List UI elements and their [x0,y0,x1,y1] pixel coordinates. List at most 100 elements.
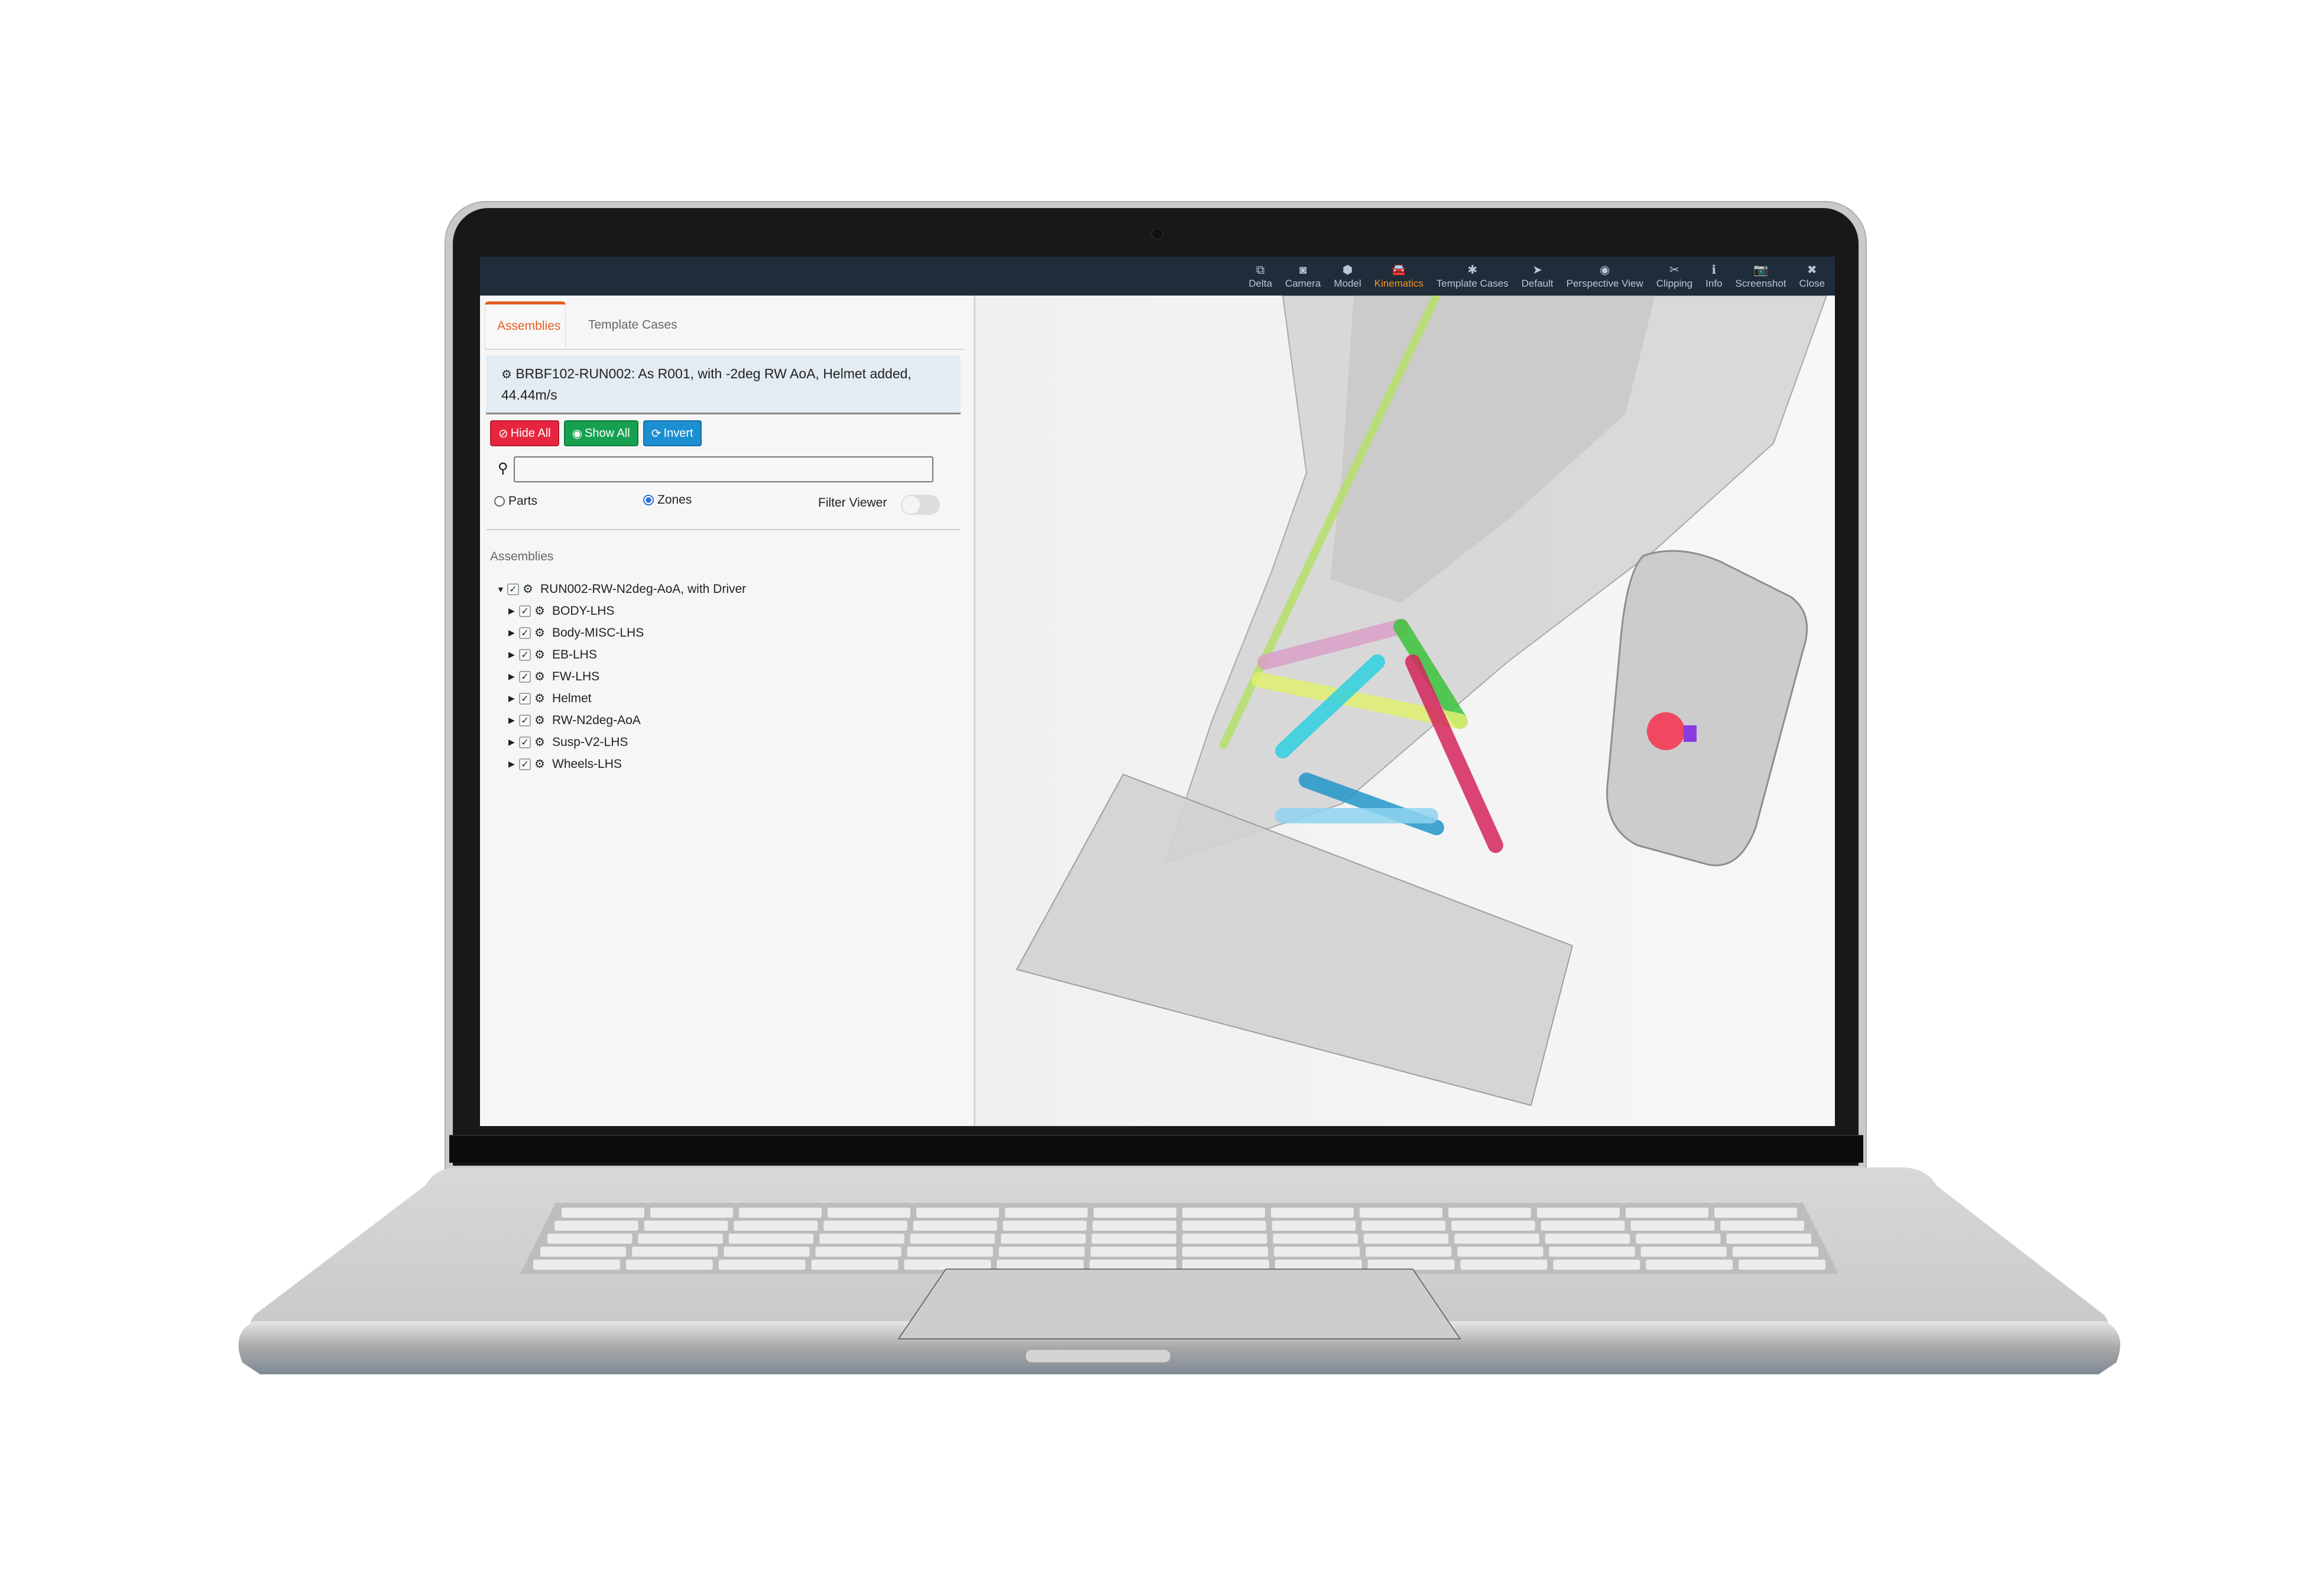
divider [486,529,961,530]
tree-checkbox[interactable]: ✓ [519,736,531,748]
tab-template-cases[interactable]: Template Cases [582,301,683,349]
show-all-button[interactable]: ◉ Show All [563,420,638,446]
keyboard-key [819,1234,904,1244]
gear-icon: ⚙ [534,736,545,749]
tree-checkbox[interactable]: ✓ [519,758,531,770]
toolbar-perspective-view-button[interactable]: ◉ Perspective View [1560,257,1650,296]
camera-icon: ◙ [1299,263,1307,277]
marker-stub [1684,725,1697,742]
wheel [1606,550,1808,867]
tree-item-label: FW-LHS [552,669,600,683]
toolbar-clipping-button[interactable]: ✂ Clipping [1650,257,1699,296]
tree-item[interactable]: ▶ ✓ ⚙ Wheels-LHS [497,753,746,775]
gear-icon: ⚙ [534,758,545,771]
tab-label: Assemblies [497,319,561,333]
keyboard-key [562,1208,644,1218]
caret-right-icon[interactable]: ▶ [508,737,519,747]
caret-right-icon[interactable]: ▶ [508,628,519,638]
radio-parts-dot[interactable] [494,496,505,507]
hide-all-label: Hide All [510,426,551,440]
keyboard-key [1182,1234,1267,1244]
keyboard-key [998,1247,1085,1257]
hide-all-button[interactable]: ⊘ Hide All [490,420,559,446]
radio-zones-dot[interactable] [643,495,654,505]
eye-icon: ◉ [572,427,583,440]
tree-checkbox[interactable]: ✓ [519,692,531,705]
tree-item[interactable]: ▶ ✓ ⚙ Susp-V2-LHS [497,731,746,753]
caret-right-icon[interactable]: ▶ [508,715,519,725]
caret-right-icon[interactable]: ▶ [508,606,519,616]
toolbar-camera-button[interactable]: ◙ Camera [1279,257,1327,296]
keyboard-key [1275,1260,1362,1270]
keyboard-key [1451,1221,1535,1231]
scissors-icon: ✂ [1669,263,1679,277]
caret-down-icon[interactable]: ▼ [497,585,507,594]
tree-checkbox[interactable]: ✓ [519,605,531,617]
keyboard-key [1630,1221,1715,1231]
tree-item-label: BODY-LHS [552,604,615,618]
keyboard-key [1363,1234,1449,1244]
toolbar-kinematics-button[interactable]: 🚘 Kinematics [1368,257,1430,296]
search-input[interactable] [514,456,933,482]
tree-checkbox[interactable]: ✓ [519,670,531,683]
filter-viewer-label: Filter Viewer [818,496,887,510]
keyboard-key [1460,1260,1548,1270]
info-icon: ℹ [1711,263,1717,277]
tree-item[interactable]: ▶ ✓ ⚙ FW-LHS [497,666,746,687]
tree-root[interactable]: ▼ ✓ ⚙ RUN002-RW-N2deg-AoA, with Driver [497,578,746,600]
keyboard-key [1182,1260,1269,1270]
case-description-text: BRBF102-RUN002: As R001, with -2deg RW A… [501,366,912,403]
tree-item-label: Susp-V2-LHS [552,735,628,749]
toolbar-template-cases-button[interactable]: ✱ Template Cases [1430,257,1515,296]
tree-item[interactable]: ▶ ✓ ⚙ BODY-LHS [497,600,746,622]
keyboard-key [1182,1208,1265,1218]
tree-item[interactable]: ▶ ✓ ⚙ Helmet [497,687,746,709]
assembly-tree: ▼ ✓ ⚙ RUN002-RW-N2deg-AoA, with Driver ▶… [497,578,746,775]
caret-right-icon[interactable]: ▶ [508,759,519,769]
toolbar-close-button[interactable]: ✖ Close [1793,257,1831,296]
eye-slash-icon: ⊘ [498,427,508,440]
toolbar-delta-button[interactable]: ⧉ Delta [1242,257,1279,296]
filter-viewer-toggle[interactable] [901,495,940,515]
toolbar-label: Kinematics [1374,277,1423,289]
gear-icon: ⚙ [534,714,545,727]
keyboard-key [1089,1260,1176,1270]
caret-right-icon[interactable]: ▶ [508,693,519,703]
gear-icon: ⚙ [534,670,545,683]
3d-viewport[interactable] [975,296,1835,1126]
invert-button[interactable]: ⟳ Invert [643,420,702,446]
tree-checkbox[interactable]: ✓ [519,627,531,639]
trackpad [897,1269,1461,1339]
tree-checkbox[interactable]: ✓ [507,583,519,595]
tree-item[interactable]: ▶ ✓ ⚙ Body-MISC-LHS [497,622,746,644]
radio-zones[interactable]: Zones [643,493,692,507]
tree-item[interactable]: ▶ ✓ ⚙ EB-LHS [497,644,746,666]
show-all-label: Show All [585,426,630,440]
radio-parts-label: Parts [508,494,538,508]
keyboard-key [1366,1247,1452,1257]
panel-tabs: Assemblies Template Cases [485,301,965,350]
toolbar-screenshot-button[interactable]: 📷 Screenshot [1729,257,1793,296]
toolbar-model-button[interactable]: ⬢ Model [1327,257,1367,296]
laptop-chin [449,1135,1863,1163]
toolbar-label: Info [1705,277,1723,289]
tree-item-label: Wheels-LHS [552,757,622,771]
laptop-base [238,1167,2120,1374]
tree-item[interactable]: ▶ ✓ ⚙ RW-N2deg-AoA [497,709,746,731]
gear-icon: ⚙ [534,627,545,640]
marker-ball [1647,712,1685,750]
tree-checkbox[interactable]: ✓ [519,714,531,726]
tab-assemblies[interactable]: Assemblies [485,301,566,348]
toolbar-default-button[interactable]: ➤ Default [1515,257,1560,296]
caret-right-icon[interactable]: ▶ [508,650,519,660]
keyboard-key [1271,1208,1354,1218]
keyboard-key [1541,1221,1625,1231]
keyboard-key [728,1234,814,1244]
keyboard-key [910,1234,995,1244]
keyboard-key [540,1247,627,1257]
radio-parts[interactable]: Parts [494,494,537,508]
toolbar-info-button[interactable]: ℹ Info [1699,257,1728,296]
tree-checkbox[interactable]: ✓ [519,648,531,661]
gear-icon: ⚙ [534,605,545,618]
caret-right-icon[interactable]: ▶ [508,672,519,682]
